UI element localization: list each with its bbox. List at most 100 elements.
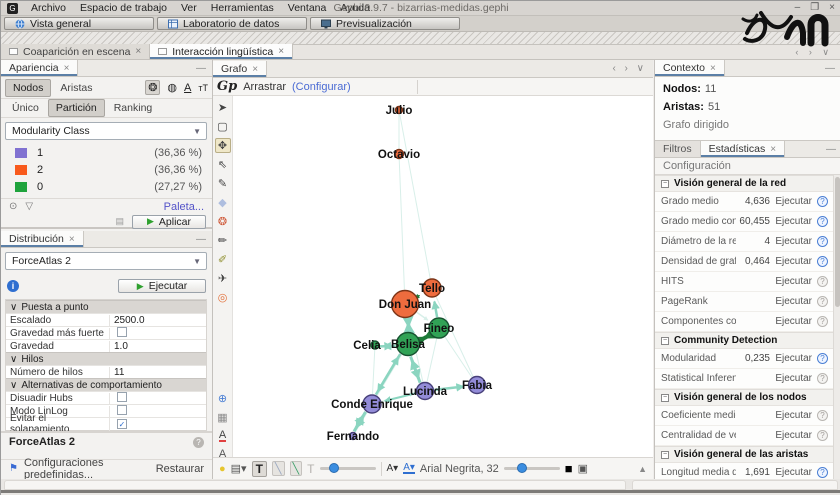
property-value[interactable]: 11 (110, 367, 206, 378)
property-value[interactable]: 2500.0 (110, 315, 206, 326)
run-stat-link[interactable]: Ejecutar (770, 196, 812, 207)
stat-report-icon[interactable]: ? (817, 256, 828, 267)
edge-color-icon[interactable]: ╲ (290, 461, 303, 476)
close-icon[interactable]: × (278, 46, 284, 57)
node-font-icon[interactable]: A▾ (387, 463, 399, 474)
info-icon[interactable]: i (7, 280, 19, 292)
layout-section-header[interactable]: ∨Puesta a punto (6, 300, 206, 313)
configure-link[interactable]: (Configurar) (292, 81, 351, 93)
scrollbar-thumb[interactable] (835, 177, 840, 307)
slider-knob[interactable] (329, 463, 339, 473)
property-value[interactable]: ✓ (110, 419, 206, 430)
stat-report-icon[interactable]: ? (817, 196, 828, 207)
stat-report-icon[interactable]: ? (817, 467, 828, 478)
checkbox[interactable] (117, 405, 127, 415)
run-stat-link[interactable]: Ejecutar (770, 353, 812, 364)
context-panel-tab[interactable]: Contexto × (655, 60, 725, 76)
close-icon[interactable]: × (770, 144, 776, 155)
close-icon[interactable]: × (69, 234, 75, 245)
edge-thickness-icon[interactable]: ╲ (272, 461, 285, 476)
filters-tab[interactable]: Filtros (655, 141, 701, 157)
label-color-picker-icon[interactable]: A▾ (403, 463, 415, 474)
run-stat-link[interactable]: Ejecutar (770, 410, 812, 421)
run-stat-link[interactable]: Ejecutar (770, 216, 812, 227)
checkbox[interactable] (117, 392, 127, 402)
run-stat-link[interactable]: Ejecutar (770, 430, 812, 441)
close-icon[interactable]: × (135, 46, 141, 57)
layout-panel-tab[interactable]: Distribución × (1, 231, 84, 247)
tab-aristas[interactable]: Aristas (53, 80, 99, 96)
subtab-particion[interactable]: Partición (48, 99, 105, 117)
layout-section-header[interactable]: ∨Alternativas de comportamiento (6, 378, 206, 391)
minimize-panel-icon[interactable]: — (825, 63, 835, 74)
workspace-tab-coaparición-en-escena[interactable]: Coaparición en escena× (1, 44, 150, 59)
close-icon[interactable]: × (710, 63, 716, 74)
show-edge-labels-icon[interactable]: T (307, 462, 314, 476)
run-stat-link[interactable]: Ejecutar (770, 316, 812, 327)
stat-report-icon[interactable]: ? (817, 353, 828, 364)
property-value[interactable] (110, 327, 206, 340)
stats-section-header[interactable]: −Visión general de las aristas (655, 446, 834, 463)
export-graph-icon[interactable]: ▣ (578, 462, 588, 475)
graph-canvas[interactable]: JulioOctavioTelloDon JuanFineoBelisaCeli… (233, 96, 653, 457)
property-value[interactable] (110, 392, 206, 405)
collapse-box-icon[interactable]: − (661, 451, 669, 459)
show-node-labels-button[interactable]: T (252, 461, 267, 477)
labels-attributes-icon[interactable]: ▤▾ (231, 462, 247, 475)
tab-nodos[interactable]: Nodos (5, 79, 51, 97)
layout-algorithm-select[interactable]: ForceAtlas 2 ▼ (5, 252, 207, 270)
run-stat-link[interactable]: Ejecutar (770, 373, 812, 384)
palette-link[interactable]: Paleta... (164, 201, 204, 213)
spline-icon[interactable]: ▤ (115, 216, 124, 227)
property-value[interactable]: 1.0 (110, 341, 206, 352)
rectangle-selection-tool[interactable]: ▢ (215, 119, 231, 134)
menu-ventana[interactable]: Ventana (281, 2, 334, 14)
color-palette-icon[interactable]: ❂ (145, 80, 160, 95)
stats-section-header[interactable]: −Community Detection (655, 332, 834, 349)
zoom-tool[interactable]: ⊕ (215, 391, 231, 406)
label-size-icon[interactable]: тT (198, 83, 208, 93)
stats-scrollbar[interactable] (833, 175, 840, 479)
label-scale-slider[interactable] (504, 467, 560, 470)
filter-funnel-icon[interactable]: ▽ (25, 201, 33, 212)
stat-report-icon[interactable]: ? (817, 316, 828, 327)
pencil-tool[interactable]: ✏ (215, 233, 231, 248)
label-color-icon[interactable]: A (184, 82, 191, 94)
statistics-tab[interactable]: Estadísticas × (701, 141, 785, 157)
subtab-ranking[interactable]: Ranking (107, 100, 160, 116)
direct-selection-tool[interactable]: ➤ (215, 100, 231, 115)
stat-report-icon[interactable]: ? (817, 296, 828, 307)
run-stat-link[interactable]: Ejecutar (770, 276, 812, 287)
checkbox[interactable]: ✓ (117, 419, 127, 429)
run-layout-button[interactable]: ▶ Ejecutar (118, 279, 206, 293)
laboratorio-de-datos-button[interactable]: Laboratorio de datos (157, 17, 307, 30)
node-pencil-tool[interactable]: ⇖ (215, 157, 231, 172)
run-stat-link[interactable]: Ejecutar (770, 296, 812, 307)
menu-ayuda[interactable]: Ayuda (333, 2, 377, 14)
graph-panel-tab[interactable]: Grafo × (213, 61, 267, 77)
stats-section-header[interactable]: −Visión general de los nodos (655, 389, 834, 406)
label-color-tool[interactable]: A (215, 429, 231, 443)
minimize-button[interactable]: – (795, 2, 801, 13)
menu-ver[interactable]: Ver (174, 2, 204, 14)
lightbulb-icon[interactable]: ● (219, 463, 226, 475)
collapse-box-icon[interactable]: − (661, 394, 669, 402)
run-stat-link[interactable]: Ejecutar (770, 236, 812, 247)
appearance-panel-tab[interactable]: Apariencia × (1, 60, 78, 76)
close-icon[interactable]: × (64, 63, 70, 74)
edge-scale-slider[interactable] (320, 467, 376, 470)
stat-report-icon[interactable]: ? (817, 373, 828, 384)
apply-button[interactable]: ▶ Aplicar (132, 215, 206, 229)
minimize-panel-icon[interactable]: — (826, 144, 836, 155)
size-icon[interactable]: ◍ (167, 81, 177, 94)
stats-section-header[interactable]: −Visión general de la red (655, 175, 834, 192)
maximize-button[interactable]: ❐ (810, 2, 819, 13)
workspace-tab-interacción-lingüística[interactable]: Interacción lingüística× (150, 44, 293, 59)
close-button[interactable]: × (829, 2, 835, 13)
screenshot-tool[interactable]: ▦ (215, 410, 231, 425)
painter-tool[interactable]: ✎ (215, 176, 231, 191)
run-stat-link[interactable]: Ejecutar (770, 256, 812, 267)
minimize-panel-icon[interactable]: — (196, 63, 206, 74)
collapse-box-icon[interactable]: − (661, 180, 669, 188)
run-stat-link[interactable]: Ejecutar (770, 467, 812, 478)
